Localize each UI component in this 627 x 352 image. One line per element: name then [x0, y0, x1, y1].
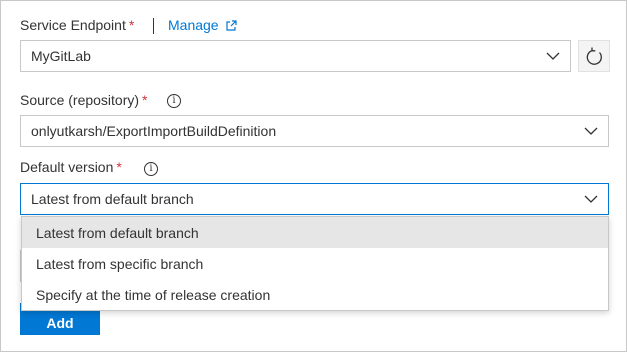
label-divider	[153, 18, 154, 34]
source-repository-value: onlyutkarsh/ExportImportBuildDefinition	[31, 123, 277, 139]
required-marker: *	[116, 159, 122, 175]
add-button-label: Add	[46, 315, 74, 331]
artifact-form-panel: Service Endpoint * Manage MyGitLab Source…	[0, 0, 627, 352]
dropdown-option-specific-branch[interactable]: Latest from specific branch	[22, 248, 608, 279]
manage-link[interactable]: Manage	[168, 17, 219, 33]
required-marker: *	[128, 17, 135, 33]
dropdown-option-default-branch[interactable]: Latest from default branch	[22, 217, 608, 248]
external-link-icon[interactable]	[225, 20, 237, 32]
chevron-down-icon	[546, 52, 560, 60]
dropdown-option-release-creation[interactable]: Specify at the time of release creation	[22, 279, 608, 310]
required-marker: *	[142, 92, 148, 108]
default-version-label-text: Default version	[20, 159, 114, 175]
service-endpoint-select[interactable]: MyGitLab	[20, 40, 571, 72]
info-icon[interactable]: i	[144, 162, 158, 176]
default-version-select[interactable]: Latest from default branch	[20, 183, 609, 215]
source-label: Source (repository) *	[20, 92, 148, 108]
chevron-down-icon	[584, 127, 598, 135]
service-endpoint-value: MyGitLab	[31, 48, 91, 64]
chevron-down-icon	[584, 195, 598, 203]
refresh-icon	[586, 47, 602, 65]
default-version-label: Default version *	[20, 159, 122, 175]
info-icon[interactable]: i	[167, 94, 181, 108]
service-endpoint-label-text: Service Endpoint	[20, 17, 126, 33]
service-endpoint-label: Service Endpoint *	[20, 17, 134, 33]
source-repository-select[interactable]: onlyutkarsh/ExportImportBuildDefinition	[20, 115, 609, 147]
default-version-value: Latest from default branch	[31, 191, 194, 207]
default-version-dropdown: Latest from default branch Latest from s…	[21, 216, 609, 311]
refresh-button[interactable]	[578, 40, 610, 72]
source-label-text: Source (repository)	[20, 92, 140, 108]
